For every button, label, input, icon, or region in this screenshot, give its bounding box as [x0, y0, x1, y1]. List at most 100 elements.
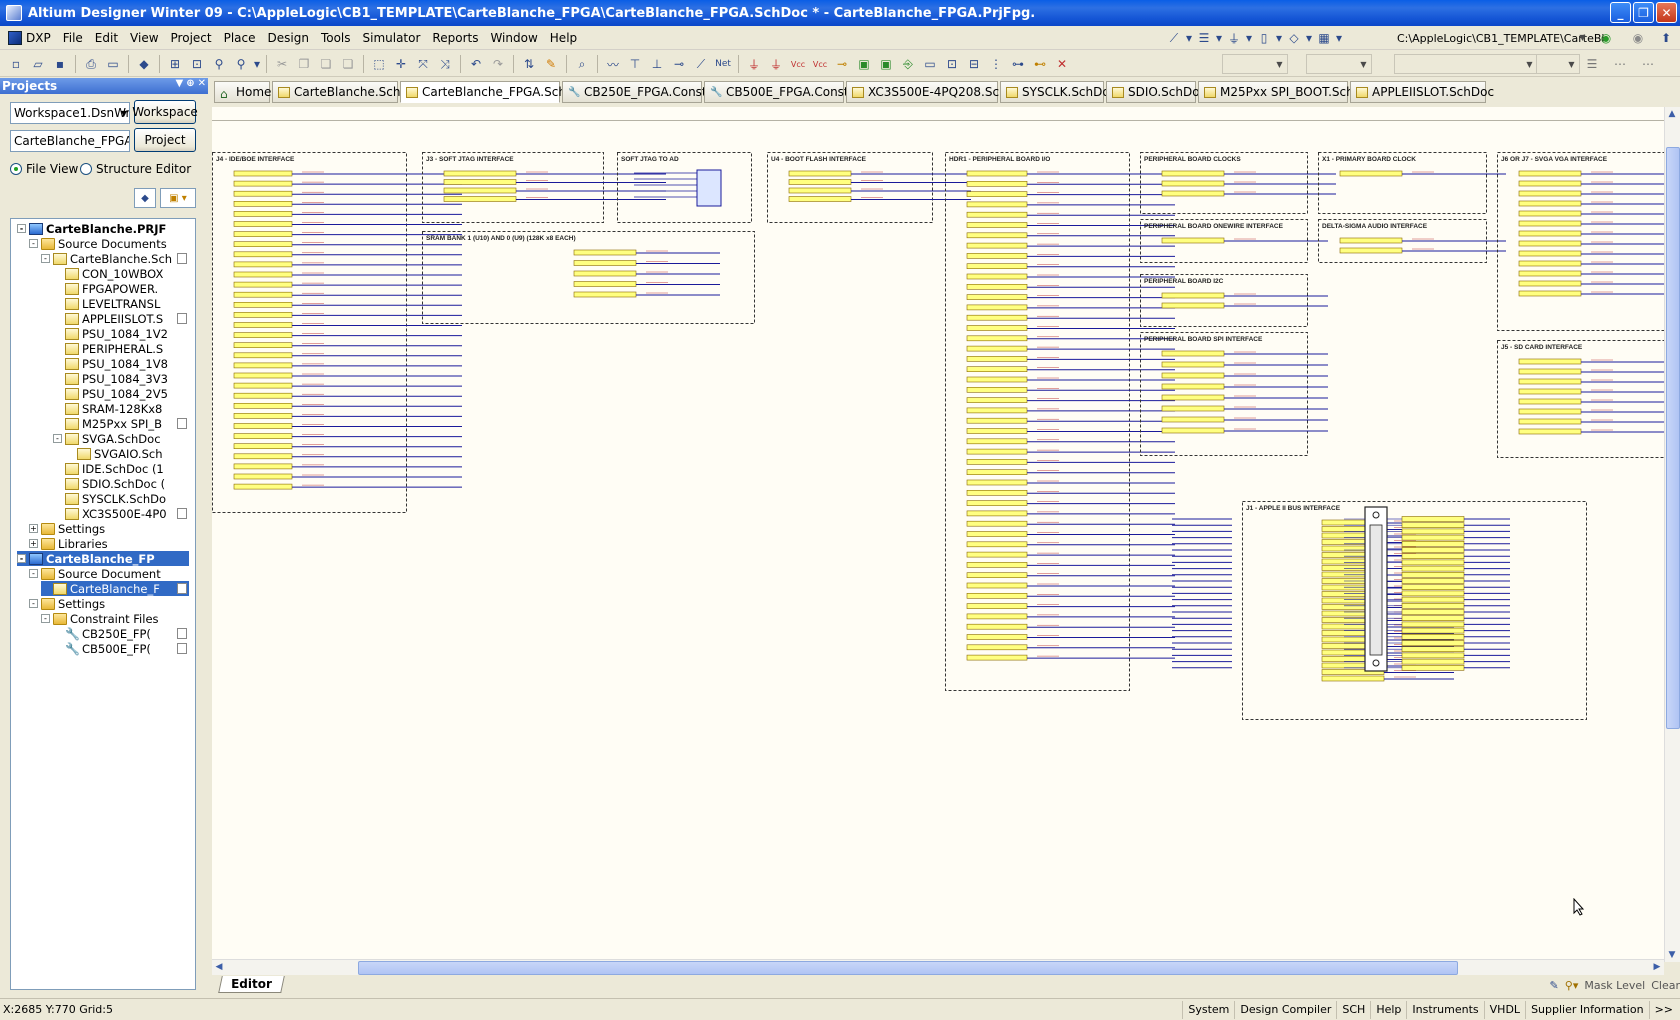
- workspace-button[interactable]: Workspace: [132, 100, 198, 124]
- menu-reports[interactable]: Reports: [426, 28, 484, 48]
- clear-button[interactable]: Clear: [1651, 979, 1680, 992]
- zoom-menu-icon[interactable]: ⚲: [231, 54, 251, 74]
- rubber-stamp-icon[interactable]: ❏: [338, 54, 358, 74]
- part-place-icon[interactable]: ▣: [854, 54, 874, 74]
- tree-item[interactable]: + Libraries: [29, 536, 189, 551]
- tree-item[interactable]: PSU_1084_2V5: [53, 386, 189, 401]
- shape-icon[interactable]: ◇: [1284, 28, 1304, 48]
- part-icon[interactable]: ▯: [1254, 28, 1274, 48]
- align-icon[interactable]: ☰: [1582, 54, 1602, 74]
- doc-tab[interactable]: ⌂ Home: [214, 81, 271, 103]
- clear-filter-icon[interactable]: ⤨: [435, 54, 455, 74]
- schematic-sheet[interactable]: J4 - IDE/BOE INTERFACE J3 - SOFT JTAG INT…: [212, 107, 1680, 962]
- menu-view[interactable]: View: [124, 28, 164, 48]
- tree-item[interactable]: LEVELTRANSL: [53, 296, 189, 311]
- doc-tab[interactable]: SDIO.SchDoc: [1106, 81, 1206, 103]
- editor-tab[interactable]: Editor: [218, 976, 285, 993]
- tree-item[interactable]: IDE.SchDoc (1: [53, 461, 189, 476]
- vcc-bar-icon[interactable]: Vcc: [810, 54, 830, 74]
- tree-item[interactable]: M25Pxx SPI_B: [53, 416, 189, 431]
- zoom-fit-icon[interactable]: ⊞: [165, 54, 185, 74]
- collapse-icon[interactable]: -: [53, 434, 62, 443]
- harness-connector-icon[interactable]: ⊶: [1008, 54, 1028, 74]
- tree-item[interactable]: SDIO.SchDoc (: [53, 476, 189, 491]
- tree-item[interactable]: CarteBlanche_F: [41, 581, 189, 596]
- cross-probe-icon[interactable]: ✎: [541, 54, 561, 74]
- menu-tools[interactable]: Tools: [315, 28, 357, 48]
- junction-icon[interactable]: ⊸: [669, 54, 689, 74]
- radio-file-view[interactable]: File View: [10, 162, 78, 176]
- doc-tab[interactable]: SYSCLK.SchDoc: [1000, 81, 1116, 103]
- preview-icon[interactable]: ▭: [103, 54, 123, 74]
- panel-close-icon[interactable]: ✕: [198, 78, 206, 89]
- navigate-combo[interactable]: ▼: [1394, 54, 1538, 74]
- panel-pin-icon[interactable]: ⊕: [186, 78, 194, 89]
- restore-button[interactable]: ❐: [1633, 2, 1654, 23]
- zoom-selected-icon[interactable]: ⚲: [209, 54, 229, 74]
- list-icon[interactable]: ⋯: [1610, 54, 1630, 74]
- tree-item[interactable]: SRAM-128Kx8: [53, 401, 189, 416]
- status-button[interactable]: Design Compiler: [1234, 1000, 1336, 1019]
- signal-harness-icon[interactable]: ⋮: [986, 54, 1006, 74]
- menu-design[interactable]: Design: [262, 28, 315, 48]
- place-bus-tb-icon[interactable]: ⊤: [625, 54, 645, 74]
- path-combo[interactable]: C:\AppleLogic\CB1_TEMPLATE\CarteBl ▼: [1394, 28, 1604, 48]
- radio-structure-editor[interactable]: Structure Editor: [80, 162, 191, 176]
- tree-item[interactable]: - SVGA.SchDoc: [53, 431, 189, 446]
- panel-menu-icon[interactable]: ▼: [176, 78, 184, 89]
- mask-level-button[interactable]: Mask Level: [1584, 979, 1645, 992]
- place-bus-icon[interactable]: ☰: [1194, 28, 1214, 48]
- place-wire-tb-icon[interactable]: 〰: [603, 54, 623, 74]
- close-button[interactable]: ✕: [1656, 2, 1677, 23]
- tree-item[interactable]: - CarteBlanche_FP: [17, 551, 189, 566]
- print-icon[interactable]: ⎙: [81, 54, 101, 74]
- tree-item[interactable]: PSU_1084_1V2: [53, 326, 189, 341]
- new-icon[interactable]: ▫: [6, 54, 26, 74]
- menu-place[interactable]: Place: [218, 28, 262, 48]
- place-wire-icon[interactable]: ⟋: [1164, 28, 1184, 48]
- status-button[interactable]: Supplier Information: [1525, 1000, 1649, 1019]
- c-code-icon[interactable]: ⊡: [942, 54, 962, 74]
- tree-item[interactable]: PSU_1084_1V8: [53, 356, 189, 371]
- menu-dxp[interactable]: DXP: [0, 28, 57, 48]
- tree-item[interactable]: - Source Document: [29, 566, 189, 581]
- menu-window[interactable]: Window: [484, 28, 543, 48]
- library-icon[interactable]: ◆: [134, 54, 154, 74]
- status-button[interactable]: Instruments: [1406, 1000, 1483, 1019]
- tree-item[interactable]: SVGAIO.Sch: [65, 446, 189, 461]
- navigate-history-combo[interactable]: ▼: [1536, 54, 1580, 74]
- vcc-icon[interactable]: Vcc: [788, 54, 808, 74]
- doc-tab[interactable]: 🔧 CB250E_FPGA.Constraint: [562, 81, 735, 103]
- scroll-down-icon[interactable]: ▼: [1665, 948, 1679, 962]
- collapse-icon[interactable]: -: [29, 239, 38, 248]
- save-icon[interactable]: ▪: [50, 54, 70, 74]
- horizontal-scrollbar[interactable]: ◀ ▶: [212, 959, 1664, 975]
- gnd-power-icon[interactable]: ⏚: [744, 54, 764, 74]
- filter-combo[interactable]: ▼: [1306, 54, 1372, 74]
- scroll-right-icon[interactable]: ▶: [1650, 960, 1664, 974]
- status-button[interactable]: System: [1182, 1000, 1234, 1019]
- cut-icon[interactable]: ✂: [272, 54, 292, 74]
- grid-icon[interactable]: ▦: [1314, 28, 1334, 48]
- net-label-icon[interactable]: Net: [713, 54, 733, 74]
- tree-item[interactable]: + Settings: [29, 521, 189, 536]
- move-icon[interactable]: ✛: [391, 54, 411, 74]
- doc-tab[interactable]: CarteBlanche_FPGA.SchDoc *: [400, 81, 599, 103]
- menu-project[interactable]: Project: [165, 28, 218, 48]
- deselect-icon[interactable]: ⤧: [413, 54, 433, 74]
- tree-item[interactable]: PSU_1084_3V3: [53, 371, 189, 386]
- doc-tab[interactable]: 🔧 CB500E_FPGA.Constraint: [704, 81, 877, 103]
- tree-item[interactable]: - Source Documents: [29, 236, 189, 251]
- horizontal-scroll-thumb[interactable]: [358, 961, 1458, 975]
- vertical-scroll-thumb[interactable]: [1666, 147, 1680, 729]
- collapse-icon[interactable]: -: [29, 569, 38, 578]
- back-icon[interactable]: ◉: [1596, 28, 1616, 48]
- doc-tab[interactable]: APPLEIISLOT.SchDoc: [1350, 81, 1494, 103]
- doc-tab[interactable]: CarteBlanche.SchDoc: [272, 81, 424, 103]
- sheet-entry-icon[interactable]: ⎆: [898, 54, 918, 74]
- open-icon[interactable]: ▱: [28, 54, 48, 74]
- forward-icon[interactable]: ◉: [1628, 28, 1648, 48]
- gnd-arrow-icon[interactable]: ⏚: [766, 54, 786, 74]
- grid-options-icon[interactable]: ⋯: [1638, 54, 1658, 74]
- menu-file[interactable]: File: [57, 28, 89, 48]
